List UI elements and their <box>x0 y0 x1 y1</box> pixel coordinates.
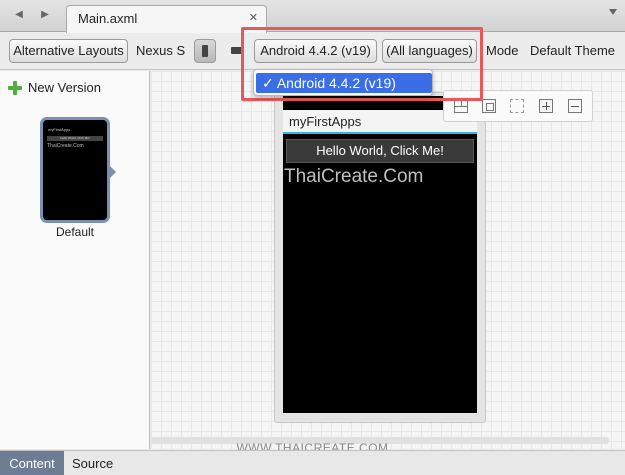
new-version-label: New Version <box>28 80 101 95</box>
api-level-dropdown: ✓ Android 4.4.2 (v19) <box>253 69 433 96</box>
portrait-orientation-button[interactable] <box>194 39 216 63</box>
back-arrow-icon[interactable]: ◀ <box>6 5 32 25</box>
zoom-out-icon[interactable] <box>568 99 582 113</box>
tab-main-axml[interactable]: Main.axml ✕ <box>66 5 267 33</box>
app-title: myFirstApps <box>289 114 362 129</box>
forward-arrow-icon[interactable]: ▶ <box>32 5 58 25</box>
portrait-phone-icon <box>202 45 208 57</box>
plus-icon <box>8 81 22 95</box>
tab-list-dropdown-icon[interactable] <box>609 9 617 15</box>
zoom-in-icon[interactable] <box>539 99 553 113</box>
bottom-tab-bar: Content Source <box>0 450 625 475</box>
thumbnail-title: myFirstApps <box>48 127 71 132</box>
tab-source[interactable]: Source <box>66 451 119 475</box>
tab-content[interactable]: Content <box>0 451 64 475</box>
tab-title: Main.axml <box>78 11 138 26</box>
dropdown-item-android-4-4-2[interactable]: ✓ Android 4.4.2 (v19) <box>256 73 432 93</box>
layout-thumbnail[interactable]: myFirstApps Hello World, Click Me! ThaiC… <box>40 117 110 223</box>
selection-arrow-icon <box>110 166 116 178</box>
alternative-layouts-button[interactable]: Alternative Layouts <box>9 39 128 63</box>
mode-selector[interactable]: Mode <box>486 39 519 63</box>
close-icon[interactable]: ✕ <box>249 11 258 24</box>
thumbnail-label: Default <box>55 225 95 239</box>
actual-size-icon[interactable] <box>510 99 524 113</box>
device-selector[interactable]: Nexus S <box>136 39 185 63</box>
thumbnail-button: Hello World, Click Me! <box>47 136 103 141</box>
fit-to-window-icon[interactable] <box>482 99 496 113</box>
layout-bounds-icon[interactable] <box>454 99 468 113</box>
alternative-layouts-panel: New Version myFirstApps Hello World, Cli… <box>0 71 150 449</box>
hello-world-button[interactable]: Hello World, Click Me! <box>286 139 474 163</box>
theme-selector[interactable]: Default Theme <box>530 39 615 63</box>
text-view[interactable]: ThaiCreate.Com <box>284 166 423 188</box>
thumbnail-text: ThaiCreate.Com <box>47 143 84 149</box>
